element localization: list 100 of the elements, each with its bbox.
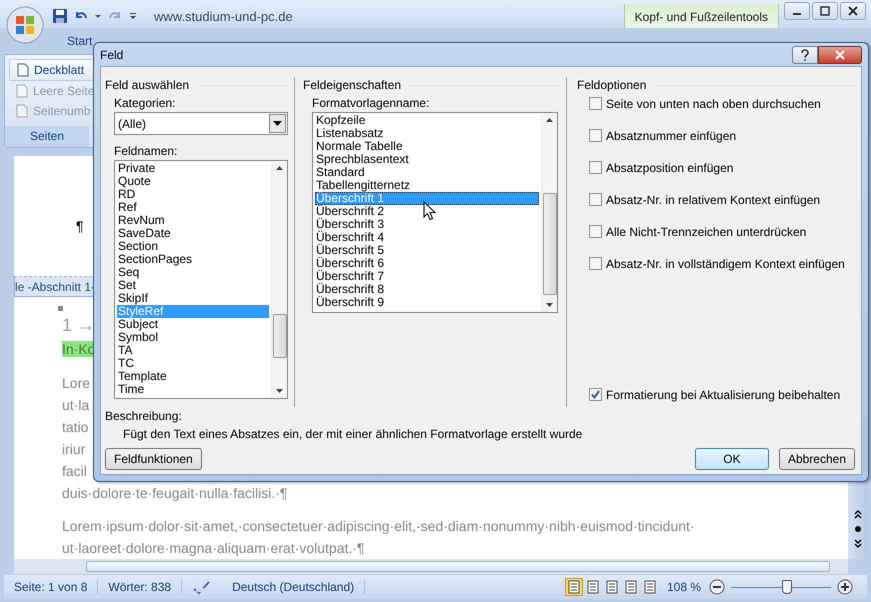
minimize-button[interactable] (784, 2, 810, 20)
categories-dropdown[interactable]: (Alle) (114, 112, 288, 135)
browse-object-icon[interactable] (852, 524, 862, 534)
checkbox-label: Alle Nicht-Trennzeichen unterdrücken (606, 224, 806, 238)
list-scrollbar[interactable] (271, 161, 287, 398)
checkbox-label: Absatznummer einfügen (606, 128, 736, 142)
page-count[interactable]: Seite: 1 von 8 (4, 580, 98, 594)
list-item[interactable]: Seq (117, 266, 269, 279)
list-item[interactable]: TA (117, 344, 269, 357)
list-item[interactable]: Subject (117, 318, 269, 331)
close-icon (848, 6, 858, 16)
close-icon (834, 50, 846, 60)
previous-page-icon[interactable] (852, 509, 862, 519)
maximize-icon (820, 6, 830, 16)
scrollbar-thumb[interactable] (273, 314, 287, 358)
list-item[interactable]: Überschrift 6 (315, 257, 539, 270)
categories-label: Kategorien: (114, 96, 176, 110)
page-icon (15, 84, 29, 98)
list-item[interactable]: SectionPages (117, 253, 269, 266)
list-item[interactable]: Tabellengitternetz (315, 179, 539, 192)
list-item[interactable]: SaveDate (117, 227, 269, 240)
paragraph-mark: ¶ (76, 218, 84, 234)
list-item[interactable]: Überschrift 3 (315, 218, 539, 231)
document-text: tatio (62, 419, 88, 435)
list-item[interactable]: Ref (117, 201, 269, 214)
list-item[interactable]: Kopfzeile (315, 114, 539, 127)
group-title: Feldoptionen (577, 78, 646, 92)
list-item[interactable]: SkipIf (117, 292, 269, 305)
checkbox-label: Absatz-Nr. in vollständigem Kontext einfügen (606, 256, 845, 270)
document-text: ut·laoreet·dolore·magna·aliquam·erat·volutpat.·¶ (62, 540, 364, 556)
proofing-icon[interactable] (192, 579, 212, 595)
list-item[interactable]: Listenabsatz (315, 127, 539, 140)
list-scrollbar[interactable] (541, 113, 557, 312)
list-item[interactable]: Time (117, 383, 269, 396)
close-button[interactable] (840, 2, 866, 20)
word-count[interactable]: Wörter: 838 (98, 580, 182, 594)
description-label: Beschreibung: (105, 409, 182, 423)
checkbox[interactable] (589, 97, 602, 110)
document-text: facil (62, 463, 87, 479)
list-item[interactable]: Überschrift 2 (315, 205, 539, 218)
zoom-slider-thumb[interactable] (782, 580, 792, 594)
checkbox-label: Absatzposition einfügen (606, 160, 734, 174)
zoom-level[interactable]: 108 % (666, 580, 701, 594)
style-name-label: Formatvorlagenname: (312, 96, 430, 110)
list-item[interactable]: Überschrift 4 (315, 231, 539, 244)
zoom-out-icon[interactable] (709, 579, 725, 595)
dialog-button[interactable]: Abbrechen (778, 448, 855, 470)
list-item[interactable]: Überschrift 7 (315, 270, 539, 283)
checkbox-label: Seite von unten nach oben durchsuchen (606, 96, 821, 110)
group-title: Feldeigenschaften (303, 78, 402, 92)
document-text: ut·la (62, 397, 90, 413)
list-item[interactable]: Überschrift 5 (315, 244, 539, 257)
description-text: Fügt den Text eines Absatzes ein, der mit einer ähnlichen Formatvorlage erstellt wurde (123, 427, 582, 441)
view-icon[interactable] (564, 578, 583, 596)
ribbon-group-title: Seiten (5, 126, 89, 147)
checkbox[interactable] (589, 388, 602, 401)
checkbox[interactable] (589, 257, 602, 270)
list-item[interactable]: Standard (315, 166, 539, 179)
list-item[interactable]: RD (117, 188, 269, 201)
horizontal-scrollbar[interactable] (14, 559, 848, 574)
list-item[interactable]: Section (117, 240, 269, 253)
office-button[interactable] (5, 5, 45, 45)
contextual-tab-label: Kopf- und Fußzeilentools (624, 4, 779, 28)
close-button[interactable] (818, 46, 862, 64)
ribbon-tab[interactable]: Start (67, 34, 92, 54)
field-names-label: Feldnamen: (114, 144, 178, 158)
checkbox[interactable] (589, 225, 602, 238)
list-item[interactable]: Set (117, 279, 269, 292)
list-item[interactable]: Normale Tabelle (315, 140, 539, 153)
mouse-cursor-icon (423, 201, 436, 221)
checkbox[interactable] (589, 161, 602, 174)
list-item[interactable]: Private (117, 162, 269, 175)
maximize-button[interactable] (812, 2, 838, 20)
list-item[interactable]: Überschrift 8 (315, 283, 539, 296)
scrollbar-thumb[interactable] (543, 193, 557, 295)
list-item[interactable]: Überschrift 9 (315, 296, 539, 309)
checkbox[interactable] (589, 129, 602, 142)
list-item[interactable]: Quote (117, 175, 269, 188)
next-page-icon[interactable] (852, 539, 862, 549)
help-button[interactable] (792, 46, 818, 64)
group-title: Feld auswählen (105, 78, 190, 92)
document-text: Lorem·ipsum·dolor·sit·amet,·consectetuer·adipiscing·elit,·sed·diam·nonummy·nibh·euismod·tincidunt· (62, 518, 695, 534)
save-icon[interactable] (52, 8, 68, 24)
document-text: duis·dolore·te·feugait·nulla·facilisi.·¶ (62, 485, 288, 501)
page-icon (16, 63, 30, 77)
zoom-in-icon[interactable] (837, 579, 853, 595)
document-text: 1 → (62, 315, 96, 335)
list-item[interactable]: Symbol (117, 331, 269, 344)
checkbox-label: Absatz-Nr. in relativem Kontext einfügen (606, 192, 820, 206)
language-label[interactable]: Deutsch (Deutschland) (222, 580, 366, 594)
anchor-mark (58, 306, 63, 311)
page-icon (15, 104, 29, 118)
checkbox[interactable] (589, 193, 602, 206)
dialog-title: Feld (100, 48, 124, 62)
list-item[interactable]: RevNum (117, 214, 269, 227)
dialog-button[interactable]: OK (694, 448, 769, 470)
list-item[interactable]: Template (117, 370, 269, 383)
list-item[interactable]: Sprechblasentext (315, 153, 539, 166)
dialog-button[interactable]: Feldfunktionen (105, 448, 202, 470)
list-item[interactable]: TC (117, 357, 269, 370)
